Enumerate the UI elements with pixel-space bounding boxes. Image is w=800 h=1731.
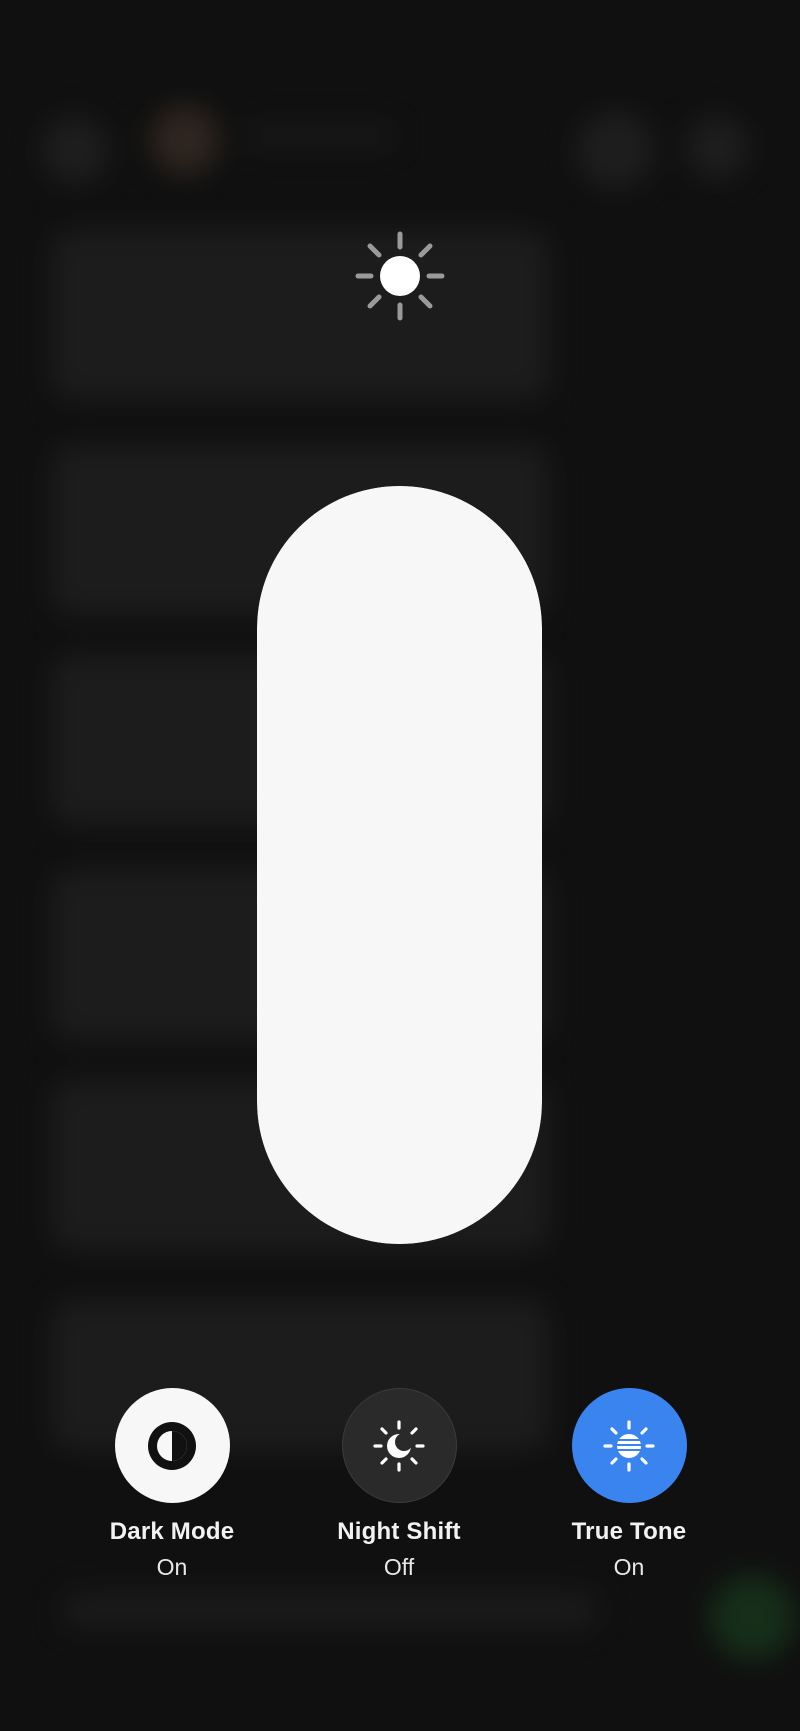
brightness-sun-icon [355,231,445,321]
dark-mode-state: On [156,1554,188,1580]
dark-mode-button[interactable] [114,1388,230,1503]
night-shift-state: Off [383,1554,415,1580]
brightness-slider-fill [257,486,542,1244]
control-center-brightness-screen: Dark Mode On Night Shift Off True Tone O… [0,0,800,1731]
night-shift-label: Night Shift [337,1518,461,1545]
dark-mode-label: Dark Mode [109,1518,235,1545]
night-shift-button[interactable] [341,1388,457,1503]
true-tone-state: On [613,1554,645,1580]
true-tone-icon [603,1419,655,1472]
night-shift-icon [373,1419,425,1472]
dark-mode-toggle[interactable]: Dark Mode On [62,1388,282,1581]
true-tone-button[interactable] [571,1388,687,1503]
true-tone-label: True Tone [571,1518,687,1545]
dark-mode-icon [148,1421,196,1470]
true-tone-toggle[interactable]: True Tone On [519,1388,739,1581]
night-shift-toggle[interactable]: Night Shift Off [289,1388,509,1581]
brightness-slider[interactable] [257,486,542,1244]
